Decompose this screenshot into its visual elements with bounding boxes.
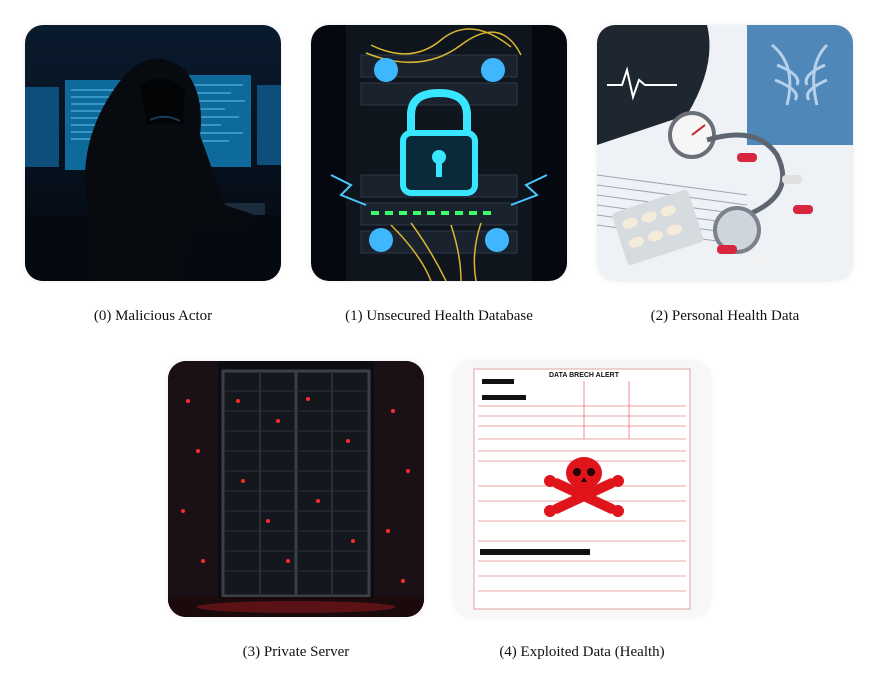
malicious-actor-image — [25, 25, 281, 281]
caption-malicious-actor: (0) Malicious Actor — [93, 308, 213, 324]
caption-personal-health-data: (2) Personal Health Data — [650, 308, 800, 324]
caption-unsecured-health-database: (1) Unsecured Health Database — [345, 308, 533, 324]
exploited-data-image: DATA BRECH ALERT — [454, 361, 710, 617]
unsecured-database-image — [311, 25, 567, 281]
private-server-image — [168, 361, 424, 617]
personal-health-data-image — [597, 25, 853, 281]
caption-private-server: (3) Private Server — [242, 644, 350, 660]
caption-exploited-data-health: (4) Exploited Data (Health) — [499, 644, 665, 660]
doc-title: DATA BRECH ALERT — [549, 372, 620, 379]
